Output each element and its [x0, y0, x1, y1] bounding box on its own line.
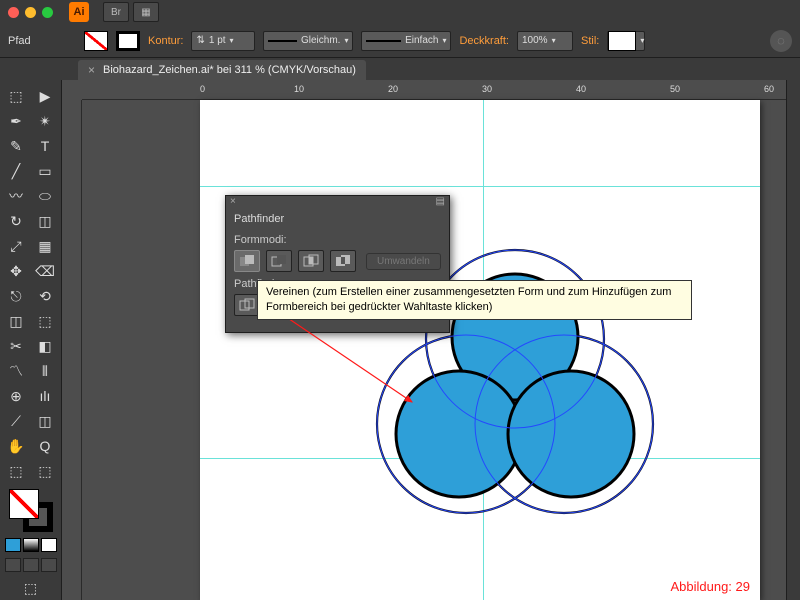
- stroke-label: Kontur:: [148, 35, 183, 47]
- stroke-profile-dropdown[interactable]: Gleichm.▾: [263, 31, 353, 51]
- collapsed-panels[interactable]: [786, 80, 800, 600]
- tool-button-26[interactable]: ⟋: [2, 409, 30, 433]
- tool-button-1[interactable]: ▶: [31, 84, 59, 108]
- gradient-button[interactable]: [23, 538, 39, 552]
- tool-button-14[interactable]: ✥: [2, 259, 30, 283]
- stroke-brush-dropdown[interactable]: Einfach▾: [361, 31, 451, 51]
- tool-button-31[interactable]: ⬚: [31, 459, 59, 483]
- pathfinder-exclude-button[interactable]: [330, 250, 356, 272]
- tool-button-7[interactable]: ▭: [31, 159, 59, 183]
- app-logo: Ai: [69, 2, 89, 22]
- canvas-area[interactable]: 0 10 20 30 40 50 60: [62, 80, 786, 600]
- tool-button-18[interactable]: ◫: [2, 309, 30, 333]
- tool-button-9[interactable]: ⬭: [31, 184, 59, 208]
- tool-button-22[interactable]: 〽: [2, 359, 30, 383]
- tools-panel: ⬚▶✒✴✎T╱▭〰⬭↻◫⤢▦✥⌫⎋⟲◫⬚✂◧〽⫴⊕ılı⟋◫✋Q⬚⬚ ⬚: [0, 80, 62, 600]
- pathfinder-minus-front-button[interactable]: [266, 250, 292, 272]
- tool-button-24[interactable]: ⊕: [2, 384, 30, 408]
- opacity-label: Deckkraft:: [459, 35, 509, 47]
- pathfinder-unite-button[interactable]: [234, 250, 260, 272]
- minimize-window-button[interactable]: [25, 7, 36, 18]
- screen-mode-button[interactable]: ⬚: [3, 576, 59, 600]
- draw-mode-row: [5, 558, 57, 572]
- maximize-window-button[interactable]: [42, 7, 53, 18]
- tooltip: Vereinen (zum Erstellen einer zusammenge…: [257, 280, 692, 320]
- title-bar: Ai Br ▦: [0, 0, 800, 24]
- tool-button-8[interactable]: 〰: [2, 184, 30, 208]
- panel-title[interactable]: Pathfinder: [226, 210, 292, 228]
- tool-button-16[interactable]: ⎋: [2, 284, 30, 308]
- tool-button-28[interactable]: ✋: [2, 434, 30, 458]
- pathfinder-intersect-button[interactable]: [298, 250, 324, 272]
- close-tab-icon[interactable]: ×: [88, 63, 95, 77]
- tool-button-17[interactable]: ⟲: [31, 284, 59, 308]
- solid-color-button[interactable]: [5, 538, 21, 552]
- tool-button-3[interactable]: ✴: [31, 109, 59, 133]
- tool-button-12[interactable]: ⤢: [2, 234, 30, 258]
- tool-button-19[interactable]: ⬚: [31, 309, 59, 333]
- opacity-dropdown[interactable]: 100%▾: [517, 31, 573, 51]
- tool-button-11[interactable]: ◫: [31, 209, 59, 233]
- document-tab-bar: × Biohazard_Zeichen.ai* bei 311 % (CMYK/…: [0, 58, 800, 80]
- draw-behind-button[interactable]: [23, 558, 39, 572]
- close-window-button[interactable]: [8, 7, 19, 18]
- style-dropdown[interactable]: ▾: [607, 31, 645, 51]
- expand-button[interactable]: Umwandeln: [366, 253, 441, 270]
- horizontal-ruler: 0 10 20 30 40 50 60: [82, 80, 786, 100]
- color-mode-row: [5, 538, 57, 552]
- tool-button-30[interactable]: ⬚: [2, 459, 30, 483]
- draw-inside-button[interactable]: [41, 558, 57, 572]
- tool-button-21[interactable]: ◧: [31, 334, 59, 358]
- tool-button-15[interactable]: ⌫: [31, 259, 59, 283]
- tool-button-10[interactable]: ↻: [2, 209, 30, 233]
- bridge-button[interactable]: Br: [103, 2, 129, 22]
- figure-caption: Abbildung: 29: [670, 579, 750, 594]
- document-tab[interactable]: × Biohazard_Zeichen.ai* bei 311 % (CMYK/…: [78, 60, 366, 80]
- sync-status-icon[interactable]: ◌: [770, 30, 792, 52]
- stroke-weight-dropdown[interactable]: ⇅1 pt▾: [191, 31, 255, 51]
- selection-type-label: Pfad: [8, 35, 76, 47]
- fill-swatch[interactable]: [84, 31, 108, 51]
- tool-button-13[interactable]: ▦: [31, 234, 59, 258]
- tool-button-2[interactable]: ✒: [2, 109, 30, 133]
- panel-menu-icon[interactable]: ▤: [436, 196, 445, 210]
- none-button[interactable]: [41, 538, 57, 552]
- style-label: Stil:: [581, 35, 599, 47]
- ruler-tick: 10: [294, 84, 304, 94]
- ruler-tick: 50: [670, 84, 680, 94]
- ruler-tick: 40: [576, 84, 586, 94]
- stroke-swatch[interactable]: [116, 31, 140, 51]
- shape-modes-label: Formmodi:: [234, 234, 441, 246]
- fill-stroke-control[interactable]: [9, 489, 53, 532]
- tool-button-5[interactable]: T: [31, 134, 59, 158]
- ruler-tick: 20: [388, 84, 398, 94]
- window-controls: [8, 7, 53, 18]
- draw-normal-button[interactable]: [5, 558, 21, 572]
- arrange-button[interactable]: ▦: [133, 2, 159, 22]
- vertical-ruler: [62, 100, 82, 600]
- tool-button-23[interactable]: ⫴: [31, 359, 59, 383]
- ruler-tick: 0: [200, 84, 205, 94]
- tool-button-27[interactable]: ◫: [31, 409, 59, 433]
- artboard[interactable]: Abbildung: 29: [200, 100, 760, 600]
- tool-button-0[interactable]: ⬚: [2, 84, 30, 108]
- tool-button-20[interactable]: ✂: [2, 334, 30, 358]
- tool-button-25[interactable]: ılı: [31, 384, 59, 408]
- panel-close-icon[interactable]: ×: [230, 196, 236, 210]
- tool-button-29[interactable]: Q: [31, 434, 59, 458]
- guide-horizontal[interactable]: [200, 186, 760, 187]
- control-bar: Pfad Kontur: ⇅1 pt▾ Gleichm.▾ Einfach▾ D…: [0, 24, 800, 58]
- tool-button-4[interactable]: ✎: [2, 134, 30, 158]
- tool-button-6[interactable]: ╱: [2, 159, 30, 183]
- fill-color-swatch[interactable]: [9, 489, 39, 519]
- document-tab-label: Biohazard_Zeichen.ai* bei 311 % (CMYK/Vo…: [103, 64, 356, 76]
- ruler-tick: 60: [764, 84, 774, 94]
- ruler-tick: 30: [482, 84, 492, 94]
